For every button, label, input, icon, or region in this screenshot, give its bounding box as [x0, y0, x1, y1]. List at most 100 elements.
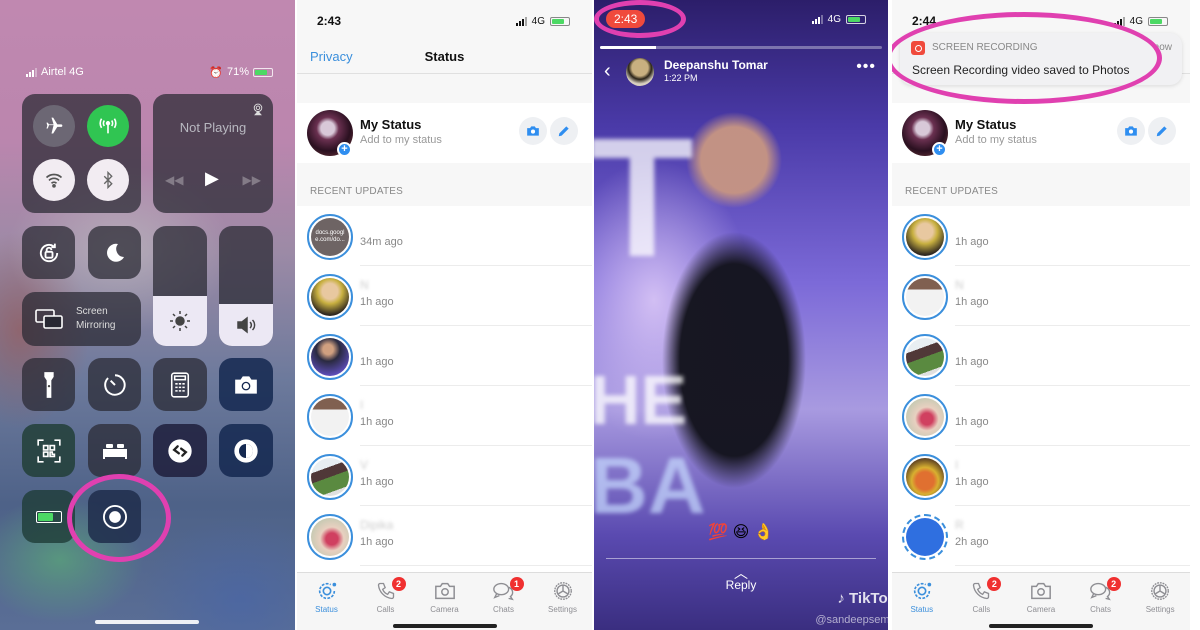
orientation-lock-toggle[interactable] — [22, 226, 75, 279]
play-button[interactable]: ▶ — [205, 168, 219, 189]
status-thumbnail — [307, 334, 353, 380]
tab-camera[interactable]: Camera — [417, 579, 473, 630]
my-status-row[interactable]: + My Status Add to my status — [297, 103, 592, 163]
status-update-row[interactable]: V 1h ago — [297, 446, 592, 506]
airplay-icon[interactable] — [251, 102, 265, 116]
status-update-row[interactable]: 1h ago — [892, 206, 1190, 266]
tab-status[interactable]: Status — [894, 579, 950, 630]
tab-settings[interactable]: Settings — [1132, 579, 1188, 630]
camera-status-button[interactable] — [1117, 117, 1145, 145]
status-icon — [913, 582, 931, 600]
reply-label: Reply — [725, 578, 757, 592]
status-update-row[interactable]: R 2h ago — [892, 506, 1190, 566]
signal-icon — [515, 16, 527, 26]
update-time: 1h ago — [360, 416, 394, 428]
add-status-plus-icon[interactable]: + — [337, 142, 352, 157]
contrast-icon — [234, 438, 258, 463]
update-time: 34m ago — [360, 236, 403, 248]
back-chevron-icon[interactable]: ‹ — [604, 60, 611, 83]
now-playing-title: Not Playing — [179, 120, 247, 135]
tiktok-watermark: ♪ TikTok — [837, 590, 888, 607]
battery-icon — [846, 15, 866, 24]
navigation-bar: Privacy Status — [297, 40, 592, 74]
my-status-row[interactable]: + My Status Add to my status — [892, 103, 1190, 163]
whatsapp-status-panel: 2:43 4G Privacy Status + My Status Add t… — [297, 0, 592, 630]
rewind-button[interactable]: ◀◀ — [165, 173, 183, 187]
fast-forward-button[interactable]: ▶▶ — [243, 173, 261, 187]
cellular-data-toggle[interactable] — [87, 105, 129, 147]
timer-button[interactable] — [88, 358, 141, 411]
text-status-button[interactable] — [550, 117, 578, 145]
camera-button[interactable] — [219, 358, 273, 411]
now-playing-module[interactable]: Not Playing ◀◀ ▶ ▶▶ — [153, 94, 273, 213]
do-not-disturb-toggle[interactable] — [88, 226, 141, 279]
flashlight-button[interactable] — [22, 358, 75, 411]
update-time: 1h ago — [955, 356, 989, 368]
calculator-button[interactable] — [153, 358, 207, 411]
text-status-button[interactable] — [1148, 117, 1176, 145]
gear-icon — [1151, 582, 1170, 600]
status-progress-fill — [600, 46, 657, 49]
tab-calls[interactable]: 2 Calls — [953, 577, 1009, 630]
status-update-row[interactable]: I 1h ago — [297, 386, 592, 446]
home-indicator — [989, 624, 1093, 628]
qr-code-icon — [36, 438, 61, 463]
bluetooth-toggle[interactable] — [87, 159, 129, 201]
tab-settings[interactable]: Settings — [535, 579, 591, 630]
update-time: 1h ago — [360, 536, 394, 548]
notification-message: Screen Recording video saved to Photos — [912, 63, 1130, 77]
brightness-slider[interactable] — [153, 226, 207, 346]
update-time: 1h ago — [360, 476, 394, 488]
screen-mirroring-button[interactable]: Screen Mirroring — [22, 292, 141, 346]
airplane-mode-toggle[interactable] — [33, 105, 75, 147]
status-update-row[interactable]: N 1h ago — [297, 266, 592, 326]
wifi-icon — [45, 173, 63, 188]
recent-updates-header: RECENT UPDATES — [905, 186, 999, 197]
qr-scanner-button[interactable] — [22, 424, 75, 477]
carrier-label: Airtel 4G — [41, 66, 84, 78]
tab-calls[interactable]: 2 Calls — [358, 577, 414, 630]
status-update-row[interactable]: I 1h ago — [892, 446, 1190, 506]
tab-label: Calls — [972, 605, 991, 614]
sleep-mode-button[interactable] — [88, 424, 141, 477]
screen-mirroring-icon — [35, 309, 63, 329]
status-thumbnail — [307, 454, 353, 500]
my-status-name: My Status — [955, 117, 1017, 132]
shazam-button[interactable] — [153, 424, 207, 477]
tab-chats[interactable]: 2 Chats — [1073, 577, 1129, 630]
status-update-row[interactable]: docs.googl e.com/do... 34m ago — [297, 206, 592, 266]
screen-mirroring-label-2: Mirroring — [76, 320, 116, 331]
tab-label: Chats — [1090, 605, 1112, 614]
low-power-mode-button[interactable] — [22, 490, 75, 543]
status-thumbnail — [902, 394, 948, 440]
dark-mode-button[interactable] — [219, 424, 273, 477]
camera-status-button[interactable] — [519, 117, 547, 145]
screen-recording-notification[interactable]: SCREEN RECORDING now Screen Recording vi… — [900, 33, 1182, 85]
page-title: Status — [424, 49, 465, 64]
status-update-row[interactable]: 1h ago — [892, 386, 1190, 446]
screen-recording-button[interactable] — [88, 490, 141, 543]
status-update-row[interactable]: Dipika 1h ago — [297, 506, 592, 566]
tab-label: Settings — [1145, 605, 1175, 614]
screen-recording-app-icon — [911, 41, 925, 55]
status-update-row[interactable]: N 1h ago — [892, 266, 1190, 326]
tiktok-logo-icon: ♪ — [837, 590, 845, 607]
status-thumbnail — [902, 514, 948, 560]
add-status-plus-icon[interactable]: + — [932, 142, 947, 157]
tab-camera[interactable]: Camera — [1013, 579, 1069, 630]
tab-status[interactable]: Status — [299, 579, 355, 630]
background-letter: BA — [594, 441, 706, 530]
status-update-row[interactable]: 1h ago — [892, 326, 1190, 386]
tab-chats[interactable]: 1 Chats — [476, 577, 532, 630]
brightness-level — [153, 295, 207, 346]
volume-slider[interactable] — [219, 226, 273, 346]
status-update-row[interactable]: 1h ago — [297, 326, 592, 386]
bed-icon — [102, 443, 127, 459]
wifi-toggle[interactable] — [33, 159, 75, 201]
more-options-icon[interactable]: ••• — [856, 58, 876, 76]
tiktok-username: @sandeepsemi — [815, 614, 888, 626]
screen-recording-indicator[interactable]: 2:43 — [606, 10, 646, 28]
tab-label: Calls — [376, 605, 395, 614]
reply-button[interactable]: ︿ Reply — [594, 566, 888, 592]
volume-level — [219, 304, 273, 346]
